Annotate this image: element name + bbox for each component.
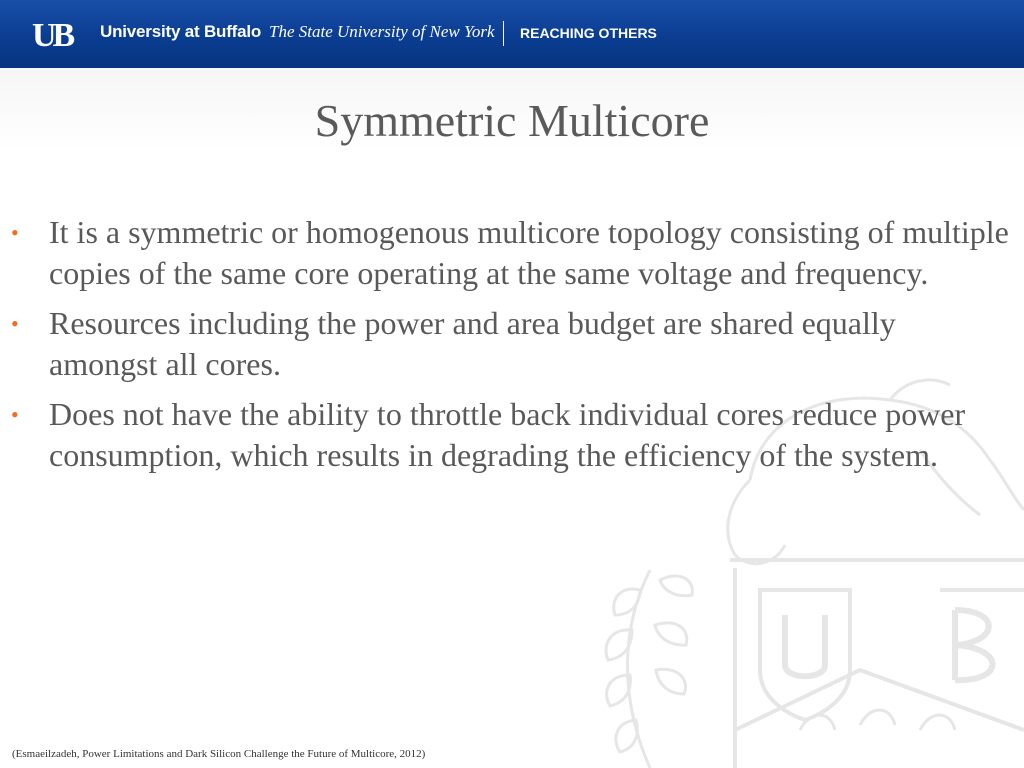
bullet-text: Does not have the ability to throttle ba…	[49, 396, 966, 473]
ub-logo-icon: UB	[32, 18, 79, 50]
bullet-text: It is a symmetric or homogenous multicor…	[49, 214, 1009, 291]
svg-text:UB: UB	[32, 18, 75, 50]
citation: (Esmaeilzadeh, Power Limitations and Dar…	[12, 748, 426, 760]
university-name: University at Buffalo	[100, 22, 262, 41]
bullet-item: • Does not have the ability to throttle …	[0, 394, 1010, 476]
bullet-item: • Resources including the power and area…	[0, 303, 1010, 385]
header-divider	[503, 21, 504, 46]
bullet-list: • It is a symmetric or homogenous multic…	[0, 212, 1010, 485]
bullet-text: Resources including the power and area b…	[49, 305, 896, 382]
tagline: REACHING OTHERS	[520, 25, 657, 41]
slide: UB University at Buffalo The State Unive…	[0, 0, 1024, 768]
bullet-icon: •	[11, 402, 19, 427]
header-bar: UB University at Buffalo The State Unive…	[0, 0, 1024, 68]
slide-title: Symmetric Multicore	[314, 95, 710, 146]
suny-name: The State University of New York	[269, 22, 495, 41]
bullet-icon: •	[11, 311, 19, 336]
bullet-icon: •	[11, 220, 19, 245]
bullet-item: • It is a symmetric or homogenous multic…	[0, 212, 1010, 294]
